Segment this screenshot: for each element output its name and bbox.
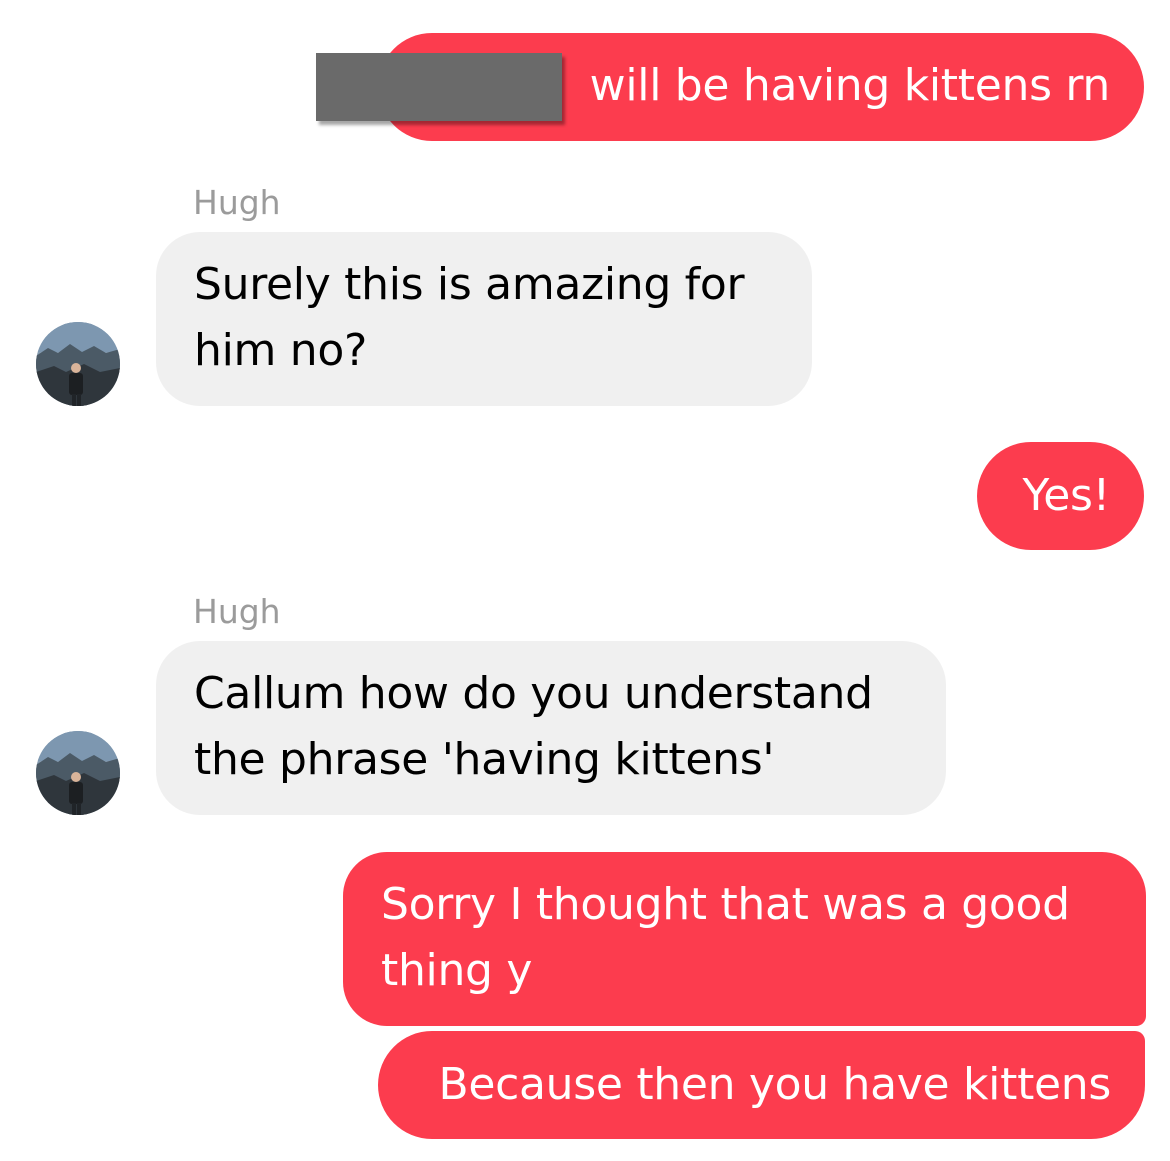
message-outgoing[interactable]: Sorry I thought that was a good thing y: [343, 852, 1146, 1026]
avatar[interactable]: [36, 322, 120, 406]
message-text: Surely this is amazing for him no?: [194, 259, 745, 376]
avatar[interactable]: [36, 731, 120, 815]
message-text: will be having kittens rn: [589, 60, 1111, 111]
avatar-photo-icon: [36, 731, 120, 815]
message-text: Because then you have kittens: [438, 1059, 1111, 1110]
message-incoming[interactable]: Callum how do you understand the phrase …: [156, 641, 946, 815]
sender-name: Hugh: [193, 592, 281, 631]
message-text: Callum how do you understand the phrase …: [194, 668, 873, 785]
avatar-photo-icon: [36, 322, 120, 406]
message-incoming[interactable]: Surely this is amazing for him no?: [156, 232, 812, 406]
sender-name: Hugh: [193, 183, 281, 222]
message-outgoing[interactable]: Yes!: [977, 442, 1144, 550]
message-text: Yes!: [1022, 470, 1111, 521]
redaction-block: [316, 53, 562, 121]
message-text: Sorry I thought that was a good thing y: [381, 879, 1070, 996]
message-outgoing[interactable]: Because then you have kittens: [378, 1031, 1145, 1139]
